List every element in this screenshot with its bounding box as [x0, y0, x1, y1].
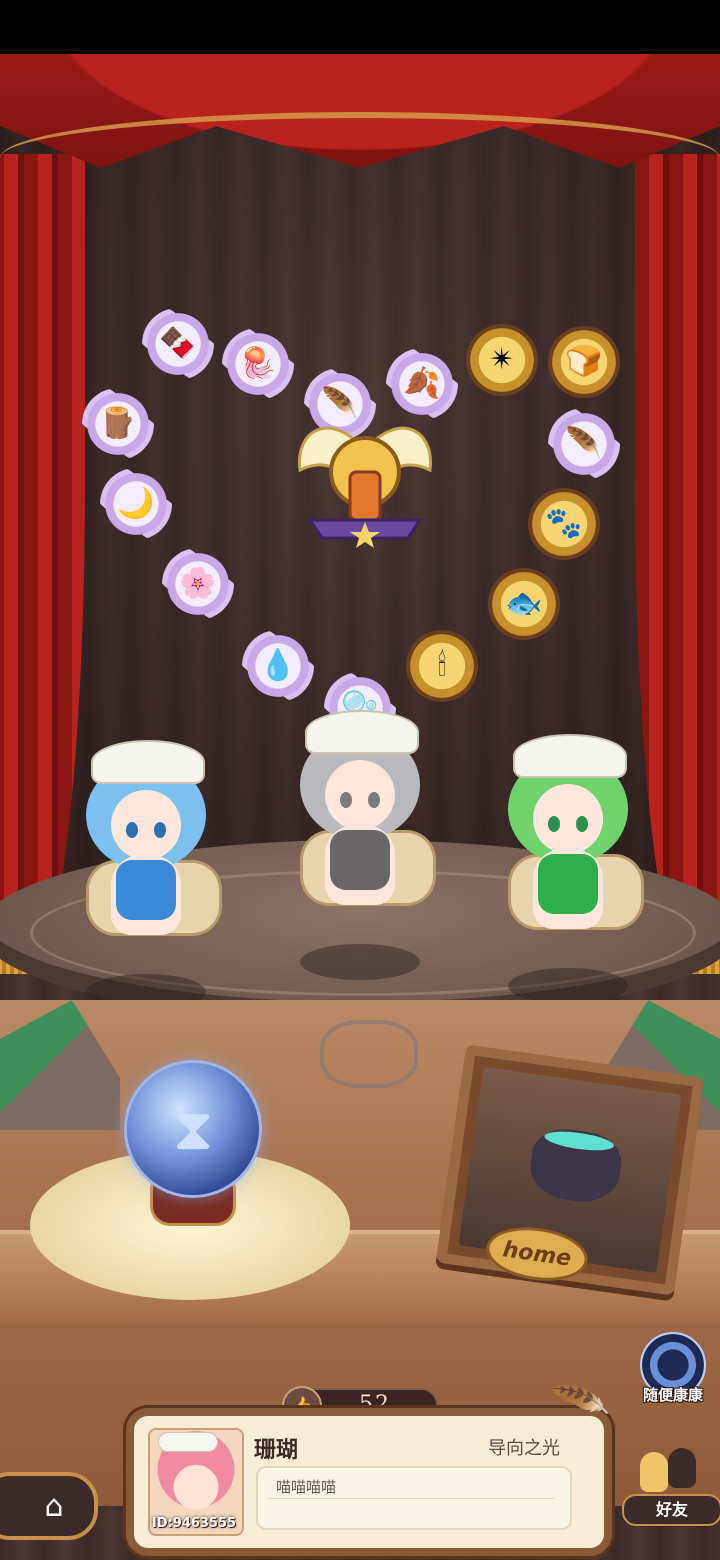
badge-moon-icon[interactable]: 🌙 — [100, 468, 172, 540]
eye — [548, 816, 560, 832]
character-hat — [513, 734, 627, 778]
stage-ornament-icon — [320, 1020, 418, 1088]
eye — [340, 792, 352, 808]
friends-icon[interactable] — [636, 1448, 704, 1496]
character-hat — [91, 740, 205, 784]
character-shadow — [300, 944, 420, 980]
friend-figure — [640, 1452, 668, 1492]
status-bar — [0, 0, 720, 54]
character-face — [325, 760, 395, 830]
eye — [126, 822, 138, 838]
eye — [368, 792, 380, 808]
character-blue[interactable] — [56, 740, 236, 1010]
player-id: ID:9463555 — [151, 1516, 237, 1531]
badge-flower-icon[interactable]: 🌸 — [162, 548, 234, 620]
character-dress — [538, 854, 598, 914]
badge-gold-bread-icon[interactable]: 🍞 — [548, 326, 620, 398]
badge-gold-fish-icon[interactable]: 🐟 — [488, 568, 560, 640]
winged-emblem-icon[interactable] — [290, 410, 440, 550]
character-dress — [330, 830, 390, 890]
badge-gold-pinwheel-icon[interactable]: ✴ — [466, 324, 538, 396]
player-title: 导向之光 — [488, 1438, 560, 1459]
friend-figure — [668, 1448, 696, 1488]
badge-pond-icon[interactable]: 💧 — [242, 630, 314, 702]
badge-black-feather-icon[interactable]: 🪶 — [548, 408, 620, 480]
hourglass-orb-button[interactable]: ⧗ — [124, 1060, 262, 1198]
badge-gold-paw-icon[interactable]: 🐾 — [528, 488, 600, 560]
random-visit-label[interactable]: 随便康康 — [628, 1384, 718, 1405]
home-button[interactable]: ⌂ — [0, 1472, 98, 1540]
character-hat — [305, 710, 419, 754]
friends-button[interactable]: 好友 — [622, 1494, 720, 1526]
character-dress — [116, 860, 176, 920]
avatar-hat — [158, 1432, 218, 1452]
character-face — [533, 784, 603, 854]
hourglass-icon: ⧗ — [172, 1095, 214, 1163]
player-name: 珊瑚 — [254, 1438, 299, 1463]
message-divider — [268, 1498, 554, 1499]
badge-gold-candle-icon[interactable]: 🕯 — [406, 630, 478, 702]
character-shadow — [508, 968, 628, 1004]
character-green[interactable] — [478, 734, 658, 1004]
character-gray[interactable] — [270, 710, 450, 980]
eye — [576, 816, 588, 832]
character-face — [111, 790, 181, 860]
badge-chocolate-icon[interactable]: 🍫 — [142, 308, 214, 380]
home-icon: ⌂ — [44, 1488, 64, 1524]
message-text: 喵喵喵喵 — [276, 1478, 337, 1496]
badge-jellyfish-icon[interactable]: 🪼 — [222, 328, 294, 400]
badge-wood-icon[interactable]: 🪵 — [82, 388, 154, 460]
eye — [154, 822, 166, 838]
